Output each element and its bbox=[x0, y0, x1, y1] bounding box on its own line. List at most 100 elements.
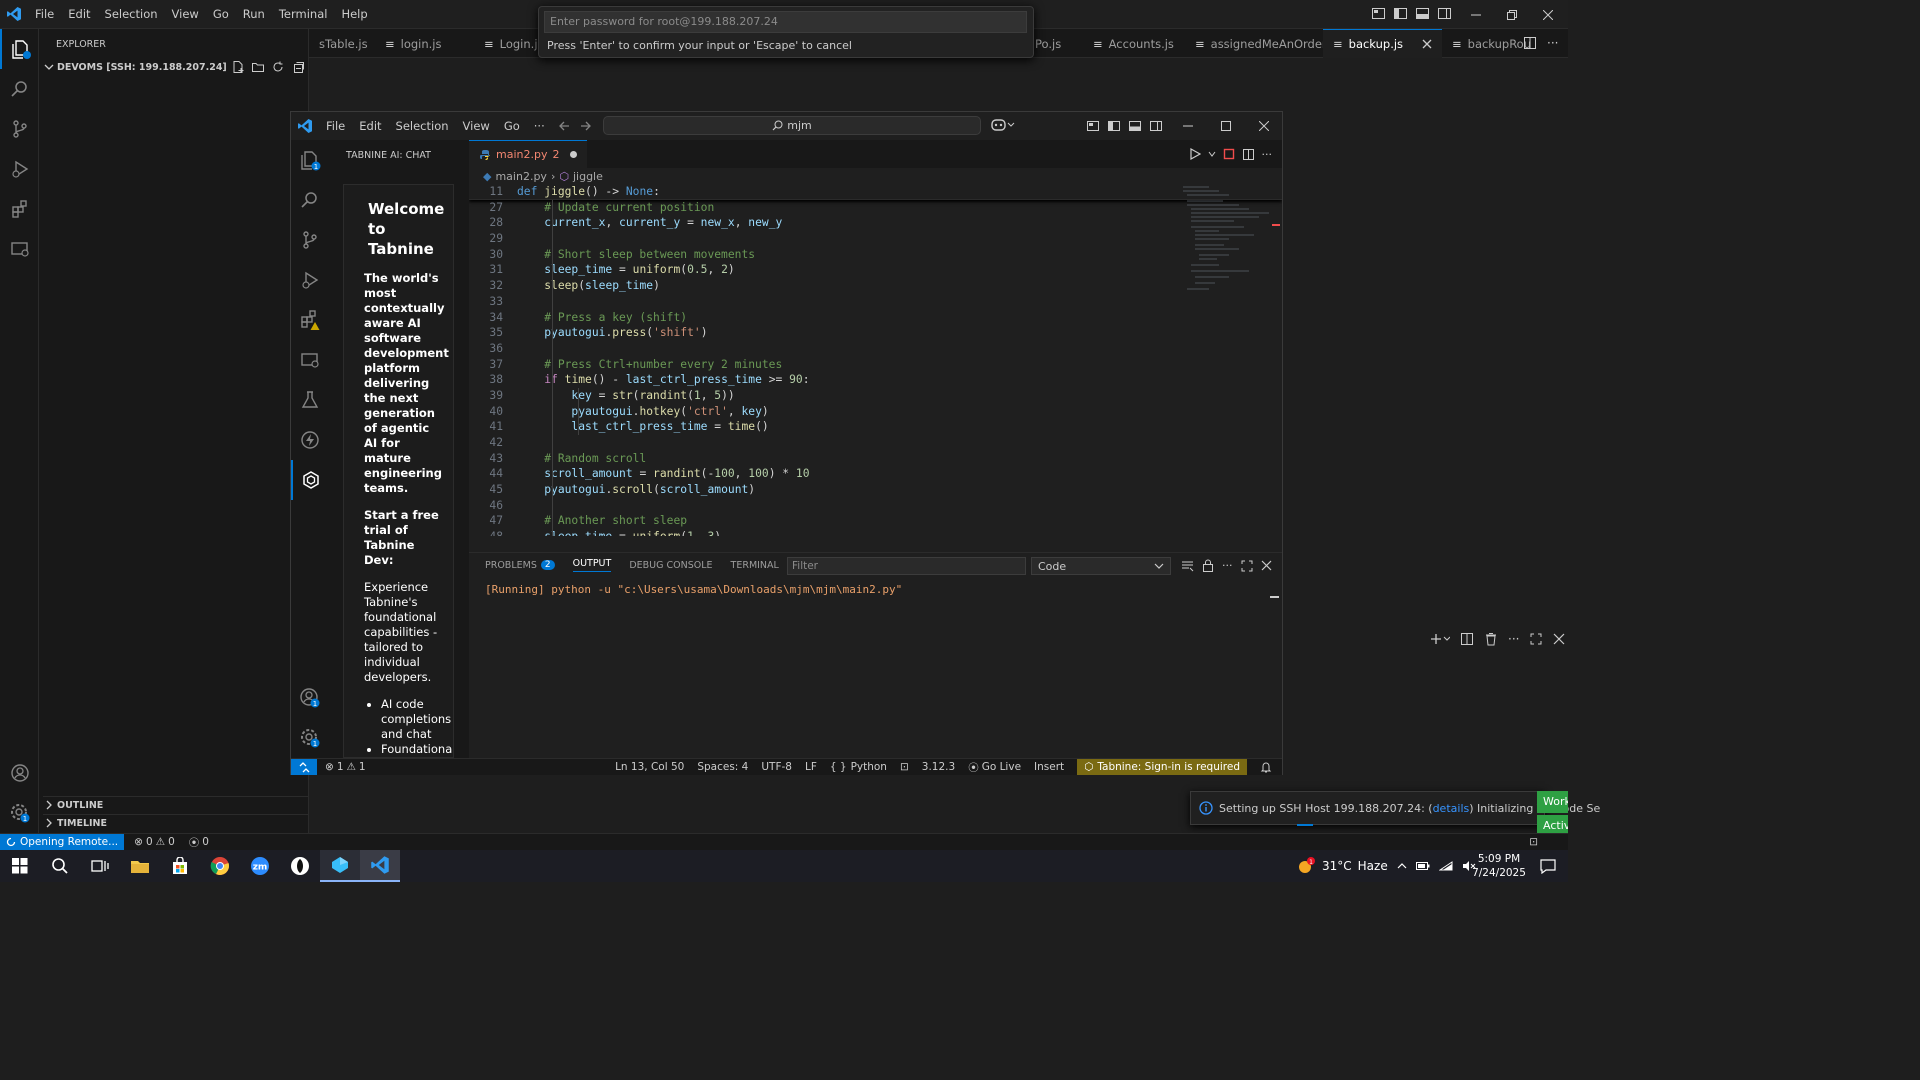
problems-indicator[interactable]: ⊗ 0 ⚠ 0 bbox=[124, 836, 175, 848]
output-channel-select[interactable]: Code bbox=[1031, 557, 1171, 575]
code-line[interactable]: 43 # Random scroll bbox=[469, 451, 1282, 467]
menu-selection[interactable]: Selection bbox=[389, 119, 456, 133]
toggle-panel-icon[interactable] bbox=[1128, 119, 1142, 133]
windows-start-icon[interactable] bbox=[0, 850, 40, 882]
code-line[interactable]: 32 sleep(sleep_time) bbox=[469, 278, 1282, 294]
tab-login-js[interactable]: ≡ login.js bbox=[375, 29, 452, 58]
menu-view[interactable]: View bbox=[456, 119, 497, 133]
collapse-all-icon[interactable] bbox=[291, 60, 305, 74]
code-line[interactable]: 33 bbox=[469, 294, 1282, 310]
menu-file[interactable]: File bbox=[28, 7, 61, 21]
clock[interactable]: 5:09 PM 7/24/2025 bbox=[1470, 852, 1528, 880]
source-control-icon[interactable] bbox=[0, 109, 39, 149]
copilot-icon[interactable] bbox=[991, 118, 1015, 132]
menu-help[interactable]: Help bbox=[334, 7, 374, 21]
code-line[interactable]: 27 # Update current position bbox=[469, 200, 1282, 216]
close-panel-icon[interactable] bbox=[1553, 633, 1565, 645]
remote-indicator[interactable]: Opening Remote... bbox=[0, 834, 125, 850]
run-debug-icon[interactable] bbox=[0, 149, 39, 189]
menu-terminal[interactable]: Terminal bbox=[272, 7, 335, 21]
more-actions-icon[interactable]: ··· bbox=[1262, 148, 1273, 161]
search-icon[interactable] bbox=[0, 69, 39, 109]
toggle-panel-icon[interactable] bbox=[1415, 6, 1430, 21]
cursor-app-icon[interactable] bbox=[320, 850, 360, 882]
workspace-header[interactable]: DEVOMS [SSH: 199.188.207.24] bbox=[43, 60, 305, 74]
notification-center-icon[interactable] bbox=[1528, 850, 1568, 882]
tabnine-status[interactable]: ⬡ Tabnine: Sign-in is required bbox=[1077, 759, 1247, 775]
python-version[interactable]: 3.12.3 bbox=[922, 761, 955, 773]
toggle-secondary-sidebar-icon[interactable] bbox=[1149, 119, 1163, 133]
password-input[interactable]: Enter password for root@199.188.207.24 bbox=[544, 11, 1027, 33]
copilot-icon[interactable]: ⊡ bbox=[1529, 836, 1538, 848]
menu-file[interactable]: File bbox=[319, 119, 352, 133]
menu-go[interactable]: Go bbox=[497, 119, 527, 133]
code-line[interactable]: 30 # Short sleep between movements bbox=[469, 247, 1282, 263]
split-editor-icon[interactable] bbox=[1523, 36, 1537, 50]
minimap[interactable] bbox=[1179, 184, 1274, 296]
more-actions-icon[interactable]: ··· bbox=[1508, 632, 1519, 646]
customize-layout-icon[interactable] bbox=[1371, 6, 1386, 21]
output-filter-input[interactable]: Filter bbox=[787, 557, 1026, 575]
store-icon[interactable] bbox=[160, 850, 200, 882]
code-line[interactable]: 39 key = str(randint(1, 5)) bbox=[469, 388, 1282, 404]
lightning-icon[interactable] bbox=[291, 420, 329, 460]
command-center-search[interactable]: mjm bbox=[603, 116, 981, 135]
outline-section[interactable]: OUTLINE bbox=[43, 796, 309, 813]
chrome-icon[interactable] bbox=[200, 850, 240, 882]
toggle-sidebar-icon[interactable] bbox=[1107, 119, 1121, 133]
tab-backup-js[interactable]: ≡ backup.js bbox=[1323, 29, 1442, 58]
split-terminal-icon[interactable] bbox=[1460, 632, 1474, 646]
restore-icon[interactable] bbox=[1494, 9, 1530, 20]
copilot-icon[interactable]: ⊡ bbox=[900, 761, 909, 773]
code-line[interactable]: 28 current_x, current_y = new_x, new_y bbox=[469, 215, 1282, 231]
remote-indicator[interactable] bbox=[291, 759, 317, 775]
code-line[interactable]: 47 # Another short sleep bbox=[469, 513, 1282, 529]
manage-gear-icon[interactable]: 1 bbox=[0, 793, 39, 833]
cursor-position[interactable]: Ln 13, Col 50 bbox=[615, 761, 684, 773]
language-mode[interactable]: { } Python bbox=[830, 761, 887, 773]
explorer-icon[interactable] bbox=[0, 29, 39, 69]
back-arrow-icon[interactable] bbox=[558, 120, 570, 132]
code-line[interactable]: 44 scroll_amount = randint(-100, 100) * … bbox=[469, 466, 1282, 482]
menu-selection[interactable]: Selection bbox=[98, 7, 165, 21]
remote-explorer-icon[interactable] bbox=[291, 340, 329, 380]
menu-run[interactable]: Run bbox=[236, 7, 272, 21]
menu-edit[interactable]: Edit bbox=[352, 119, 388, 133]
minimize-icon[interactable] bbox=[1169, 121, 1207, 131]
run-debug-icon[interactable] bbox=[291, 260, 329, 300]
breadcrumb-symbol[interactable]: jiggle bbox=[573, 170, 603, 183]
forward-arrow-icon[interactable] bbox=[580, 120, 592, 132]
remote-explorer-icon[interactable] bbox=[0, 229, 39, 269]
weather-widget[interactable]: 1 31°C Haze bbox=[1296, 850, 1388, 882]
show-hidden-icons-icon[interactable] bbox=[1397, 861, 1407, 871]
code-line[interactable]: 36 bbox=[469, 341, 1282, 357]
tab-stable-js[interactable]: sTable.js bbox=[309, 29, 378, 58]
code-line[interactable]: 37 # Press Ctrl+number every 2 minutes bbox=[469, 357, 1282, 373]
tabnine-icon[interactable] bbox=[291, 460, 329, 500]
source-control-icon[interactable] bbox=[291, 220, 329, 260]
code-editor[interactable]: 11 def jiggle() -> None: 27 # Update curre… bbox=[469, 184, 1282, 536]
indentation[interactable]: Spaces: 4 bbox=[697, 761, 748, 773]
line-ending[interactable]: LF bbox=[805, 761, 817, 773]
new-file-icon[interactable] bbox=[231, 60, 245, 74]
code-line[interactable]: 38 if time() - last_ctrl_press_time >= 9… bbox=[469, 372, 1282, 388]
code-line[interactable]: 42 bbox=[469, 435, 1282, 451]
manage-gear-icon[interactable]: 1 bbox=[291, 718, 329, 758]
maximize-icon[interactable] bbox=[1207, 121, 1245, 131]
go-live-button[interactable]: ⦿ Go Live bbox=[968, 760, 1021, 775]
code-line[interactable]: 46 bbox=[469, 498, 1282, 514]
bell-icon[interactable] bbox=[1260, 761, 1282, 773]
tab-main2-py[interactable]: main2.py 2 bbox=[469, 140, 588, 168]
code-line[interactable]: 45 pyautogui.scroll(scroll_amount) bbox=[469, 482, 1282, 498]
maximize-panel-icon[interactable] bbox=[1529, 632, 1543, 646]
menu-edit[interactable]: Edit bbox=[61, 7, 97, 21]
wifi-icon[interactable] bbox=[1439, 860, 1453, 872]
code-line[interactable]: 40 pyautogui.hotkey('ctrl', key) bbox=[469, 404, 1282, 420]
menu-view[interactable]: View bbox=[165, 7, 206, 21]
close-panel-icon[interactable] bbox=[1261, 560, 1272, 571]
accounts-icon[interactable] bbox=[0, 753, 39, 793]
tab-accounts-js[interactable]: ≡ Accounts.js bbox=[1083, 29, 1184, 58]
explorer-icon[interactable]: 1 bbox=[291, 140, 329, 180]
tab-close-icon[interactable] bbox=[1422, 39, 1432, 49]
toggle-secondary-sidebar-icon[interactable] bbox=[1437, 6, 1452, 21]
